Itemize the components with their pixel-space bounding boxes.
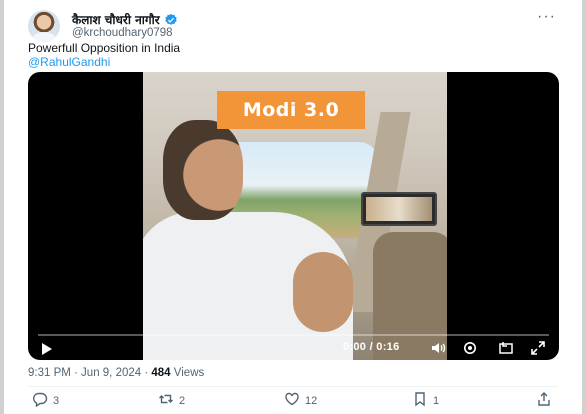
bookmark-icon — [412, 391, 428, 410]
share-icon — [536, 391, 552, 410]
video-overlay-caption: Modi 3.0 — [217, 91, 365, 129]
verified-badge-icon — [164, 13, 178, 27]
share-button[interactable] — [536, 391, 552, 410]
window-left-edge — [0, 0, 4, 414]
author-name-line: कैलाश चौधरी नागौर — [72, 11, 178, 28]
repost-button[interactable]: 2 — [158, 391, 185, 410]
passenger-arm — [293, 252, 353, 332]
like-count: 12 — [305, 394, 318, 407]
avatar[interactable] — [28, 10, 60, 42]
more-options-icon[interactable]: ··· — [537, 9, 556, 25]
author-display-name[interactable]: कैलाश चौधरी नागौर — [72, 11, 160, 28]
fullscreen-icon[interactable] — [530, 340, 546, 356]
volume-icon[interactable] — [430, 340, 446, 356]
play-icon[interactable] — [42, 343, 52, 355]
picture-in-picture-icon[interactable] — [498, 340, 514, 356]
like-icon — [284, 391, 300, 410]
tweet-text: Powerfull Opposition in India — [28, 41, 181, 55]
bookmark-count: 1 — [433, 394, 440, 407]
author-handle[interactable]: @krchoudhary0798 — [72, 27, 173, 39]
meta-separator: · — [141, 367, 152, 379]
divider — [28, 386, 558, 387]
views-label: Views — [173, 367, 205, 379]
video-progress-bar[interactable] — [38, 334, 549, 336]
tweet-actions: 3 2 12 1 — [28, 391, 558, 409]
mention-link[interactable]: @RahulGandhi — [28, 55, 110, 69]
video-time-display: 0:00 / 0:16 — [343, 341, 400, 353]
reply-count: 3 — [53, 394, 60, 407]
settings-icon[interactable] — [462, 340, 478, 356]
bookmark-button[interactable]: 1 — [412, 391, 439, 410]
reply-icon — [32, 391, 48, 410]
window-right-edge — [582, 0, 586, 414]
video-controls: 0:00 / 0:16 — [28, 340, 559, 358]
repost-count: 2 — [179, 394, 186, 407]
passenger-head — [163, 120, 243, 220]
repost-icon — [158, 391, 174, 410]
reply-button[interactable]: 3 — [32, 391, 59, 410]
tweet-meta: 9:31 PM · Jun 9, 2024 · 484 Views — [28, 367, 204, 379]
tweet-header: कैलाश चौधरी नागौर @krchoudhary0798 ··· — [28, 9, 558, 42]
views-count: 484 — [151, 367, 171, 379]
headrest-screen — [361, 192, 437, 226]
video-player[interactable]: Modi 3.0 0:00 / 0:16 — [28, 72, 559, 360]
like-button[interactable]: 12 — [284, 391, 317, 410]
tweet-timestamp[interactable]: 9:31 PM · Jun 9, 2024 — [28, 367, 141, 379]
